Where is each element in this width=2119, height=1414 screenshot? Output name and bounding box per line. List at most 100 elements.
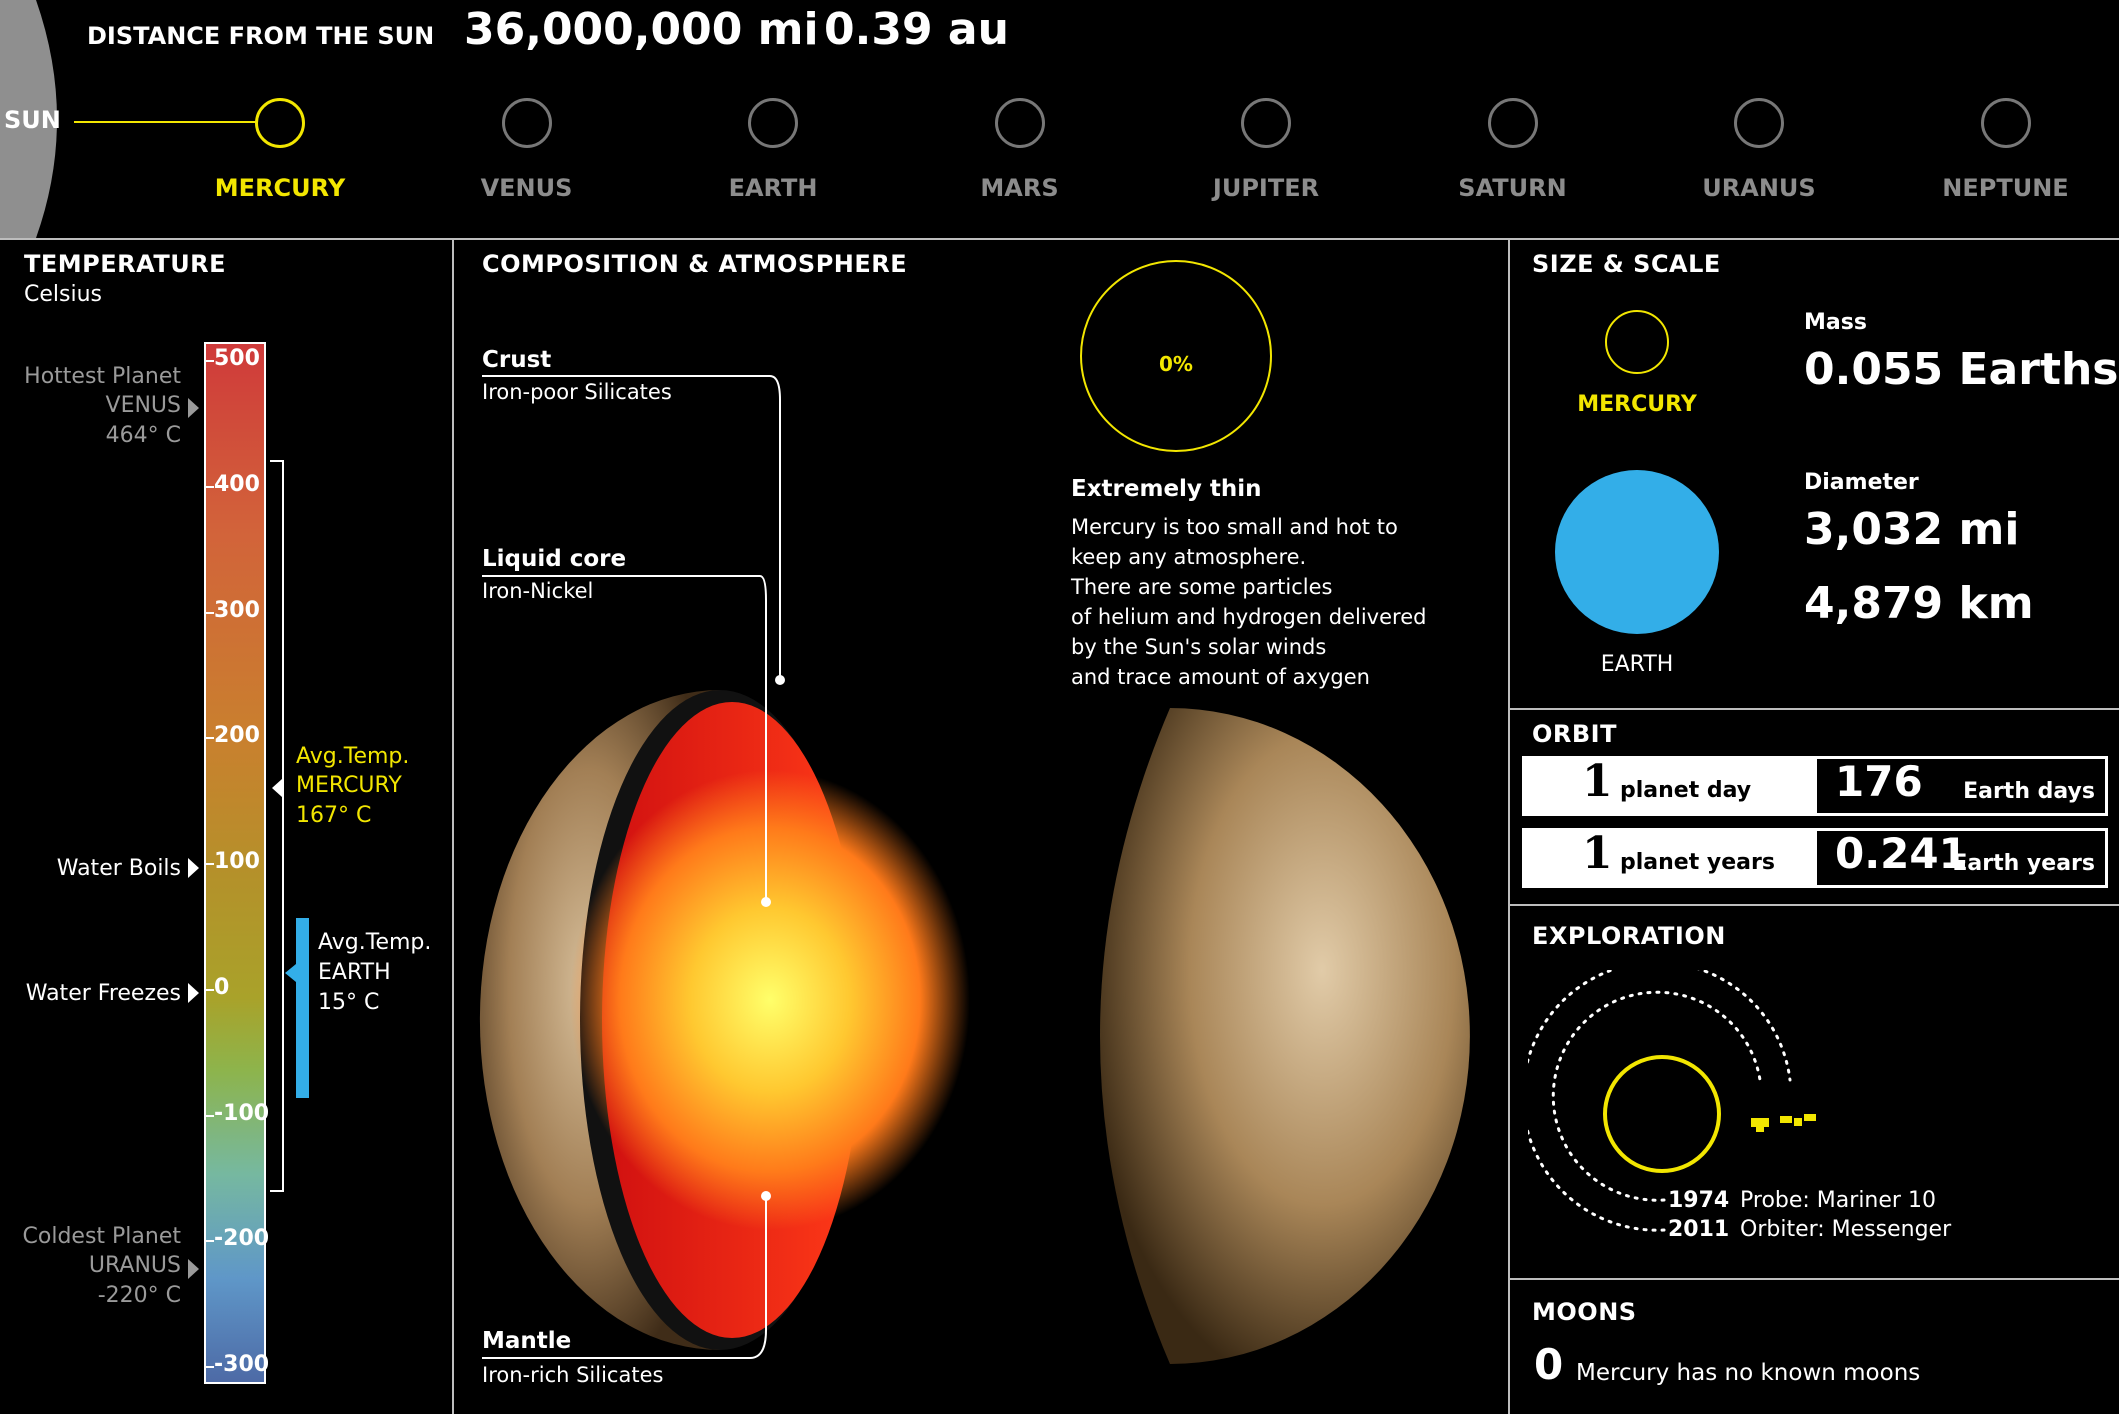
coldest-marker-icon	[188, 1259, 199, 1279]
temperature-tick-label: 300	[214, 597, 260, 623]
orbit-row-earth: 0.241 Earth years	[1814, 828, 2108, 888]
avg-mercury-value: 167° C	[296, 803, 372, 828]
distance-title: DISTANCE FROM THE SUN	[87, 22, 435, 50]
mariner-probe-icon	[1751, 1118, 1769, 1132]
planet-uranus-label[interactable]: URANUS	[1669, 174, 1849, 202]
moons-desc: Mercury has no known moons	[1576, 1360, 1921, 1386]
mercury-range-bracket	[270, 460, 284, 1192]
planet-neptune-icon[interactable]	[1980, 98, 2031, 148]
temperature-tick-mark	[206, 485, 214, 488]
moons-title: MOONS	[1532, 1298, 1637, 1326]
hottest-label: Hottest Planet	[24, 364, 181, 389]
atmosphere-line: Mercury is too small and hot to	[1071, 515, 1398, 539]
orbit-row-planet: 1 planet years	[1522, 828, 1814, 888]
temperature-tick-label: 200	[214, 723, 260, 749]
planet-saturn-icon[interactable]	[1487, 98, 1538, 148]
orbit-row-planet: 1 planet day	[1522, 756, 1814, 816]
orbit-title: ORBIT	[1532, 720, 1617, 748]
temperature-tick-mark	[206, 1240, 214, 1243]
mercury-size-circle	[1605, 310, 1669, 374]
orbit-earth-value: 176	[1835, 757, 1923, 806]
atmosphere-line: of helium and hydrogen delivered	[1071, 605, 1427, 629]
atmosphere-line: by the Sun's solar winds	[1071, 635, 1327, 659]
temperature-tick-label: -200	[214, 1226, 270, 1252]
temperature-tick-label: 400	[214, 471, 260, 497]
hottest-marker-icon	[188, 398, 199, 418]
temperature-tick-label: 100	[214, 849, 260, 874]
orbit-planet-count: 1	[1582, 756, 1613, 807]
messenger-orbiter-icon	[1780, 1114, 1816, 1126]
exploration-title: EXPLORATION	[1532, 922, 1726, 950]
earth-range-bar	[296, 918, 309, 1098]
planet-venus-label[interactable]: VENUS	[437, 174, 617, 202]
avg-earth-value: 15° C	[318, 990, 380, 1015]
temperature-unit: Celsius	[24, 282, 102, 307]
mass-label: Mass	[1804, 310, 1867, 335]
orbit-earth-unit: Earth years	[1952, 851, 2095, 876]
crust-desc: Iron-poor Silicates	[482, 380, 672, 404]
planet-mars-icon[interactable]	[994, 98, 1045, 148]
distance-mi: 36,000,000 mi	[464, 4, 819, 55]
mission-desc: Probe: Mariner 10	[1740, 1188, 1936, 1213]
water-boils-marker-icon	[188, 858, 199, 878]
temperature-title: TEMPERATURE	[24, 250, 227, 278]
sun-label: SUN	[4, 106, 61, 134]
moons-count: 0	[1534, 1340, 1564, 1389]
diameter-label: Diameter	[1804, 470, 1919, 495]
temperature-tick-mark	[206, 737, 214, 740]
distance-au: 0.39 au	[824, 4, 1009, 55]
atmosphere-percent: 0%	[1159, 352, 1193, 376]
size-earth-label: EARTH	[1600, 652, 1674, 677]
core-label: Liquid core	[482, 546, 627, 572]
coldest-planet: URANUS	[88, 1253, 181, 1278]
temperature-tick-label: -300	[214, 1352, 270, 1377]
coldest-label: Coldest Planet	[22, 1224, 181, 1249]
divider-orbit	[1508, 708, 2119, 710]
planet-mars-label[interactable]: MARS	[930, 174, 1110, 202]
planet-earth-label[interactable]: EARTH	[683, 174, 863, 202]
planet-earth-icon[interactable]	[748, 98, 798, 148]
temperature-tick-mark	[206, 1366, 214, 1368]
planet-neptune-label[interactable]: NEPTUNE	[1916, 174, 2096, 202]
planet-jupiter-label[interactable]: JUPITER	[1176, 174, 1356, 202]
orbit-planet-unit: planet years	[1620, 850, 1775, 875]
planet-uranus-icon[interactable]	[1734, 98, 1784, 148]
avg-mercury-planet: MERCURY	[296, 773, 402, 798]
header-divider	[0, 238, 2119, 240]
divider-exploration	[1508, 904, 2119, 906]
mission-desc: Orbiter: Messenger	[1740, 1217, 1952, 1242]
distance-line	[74, 121, 258, 123]
coldest-value: -220° C	[97, 1283, 181, 1308]
avg-mercury-label: Avg.Temp.	[296, 744, 410, 769]
orbit-earth-value: 0.241	[1835, 829, 1968, 878]
hottest-value: 464° C	[105, 423, 181, 448]
divider-left	[452, 240, 454, 1414]
planet-saturn-label[interactable]: SATURN	[1423, 174, 1603, 202]
orbit-row-earth: 176 Earth days	[1814, 756, 2108, 816]
avg-earth-planet: EARTH	[318, 960, 391, 985]
planet-mercury-label[interactable]: MERCURY	[190, 174, 370, 202]
mission-year: 1974	[1668, 1188, 1730, 1213]
crust-label: Crust	[482, 347, 552, 373]
core-desc: Iron-Nickel	[482, 579, 594, 603]
planet-mercury-icon[interactable]	[255, 98, 305, 148]
size-title: SIZE & SCALE	[1532, 250, 1721, 278]
size-mercury-label: MERCURY	[1577, 392, 1697, 417]
mercury-avg-marker-icon	[272, 779, 282, 797]
earth-avg-marker-icon	[285, 964, 296, 982]
temperature-tick-mark	[206, 360, 214, 362]
temperature-tick-mark	[206, 1114, 214, 1117]
atmosphere-line: keep any atmosphere.	[1071, 545, 1307, 569]
temperature-tick-label: 500	[214, 346, 260, 371]
diameter-mi: 3,032 mi	[1804, 504, 2020, 555]
temperature-tick-mark	[206, 988, 214, 991]
hottest-planet: VENUS	[105, 393, 181, 418]
temperature-tick-label: 0	[214, 974, 230, 1000]
planet-jupiter-icon[interactable]	[1241, 98, 1291, 148]
planet-venus-icon[interactable]	[501, 98, 552, 148]
avg-earth-label: Avg.Temp.	[318, 930, 432, 955]
water-boils-label: Water Boils	[56, 856, 181, 881]
orbit-planet-unit: planet day	[1620, 778, 1752, 803]
atmosphere-description: Mercury is too small and hot to keep any …	[1071, 512, 1426, 692]
temperature-tick-label: -100	[214, 1100, 270, 1126]
